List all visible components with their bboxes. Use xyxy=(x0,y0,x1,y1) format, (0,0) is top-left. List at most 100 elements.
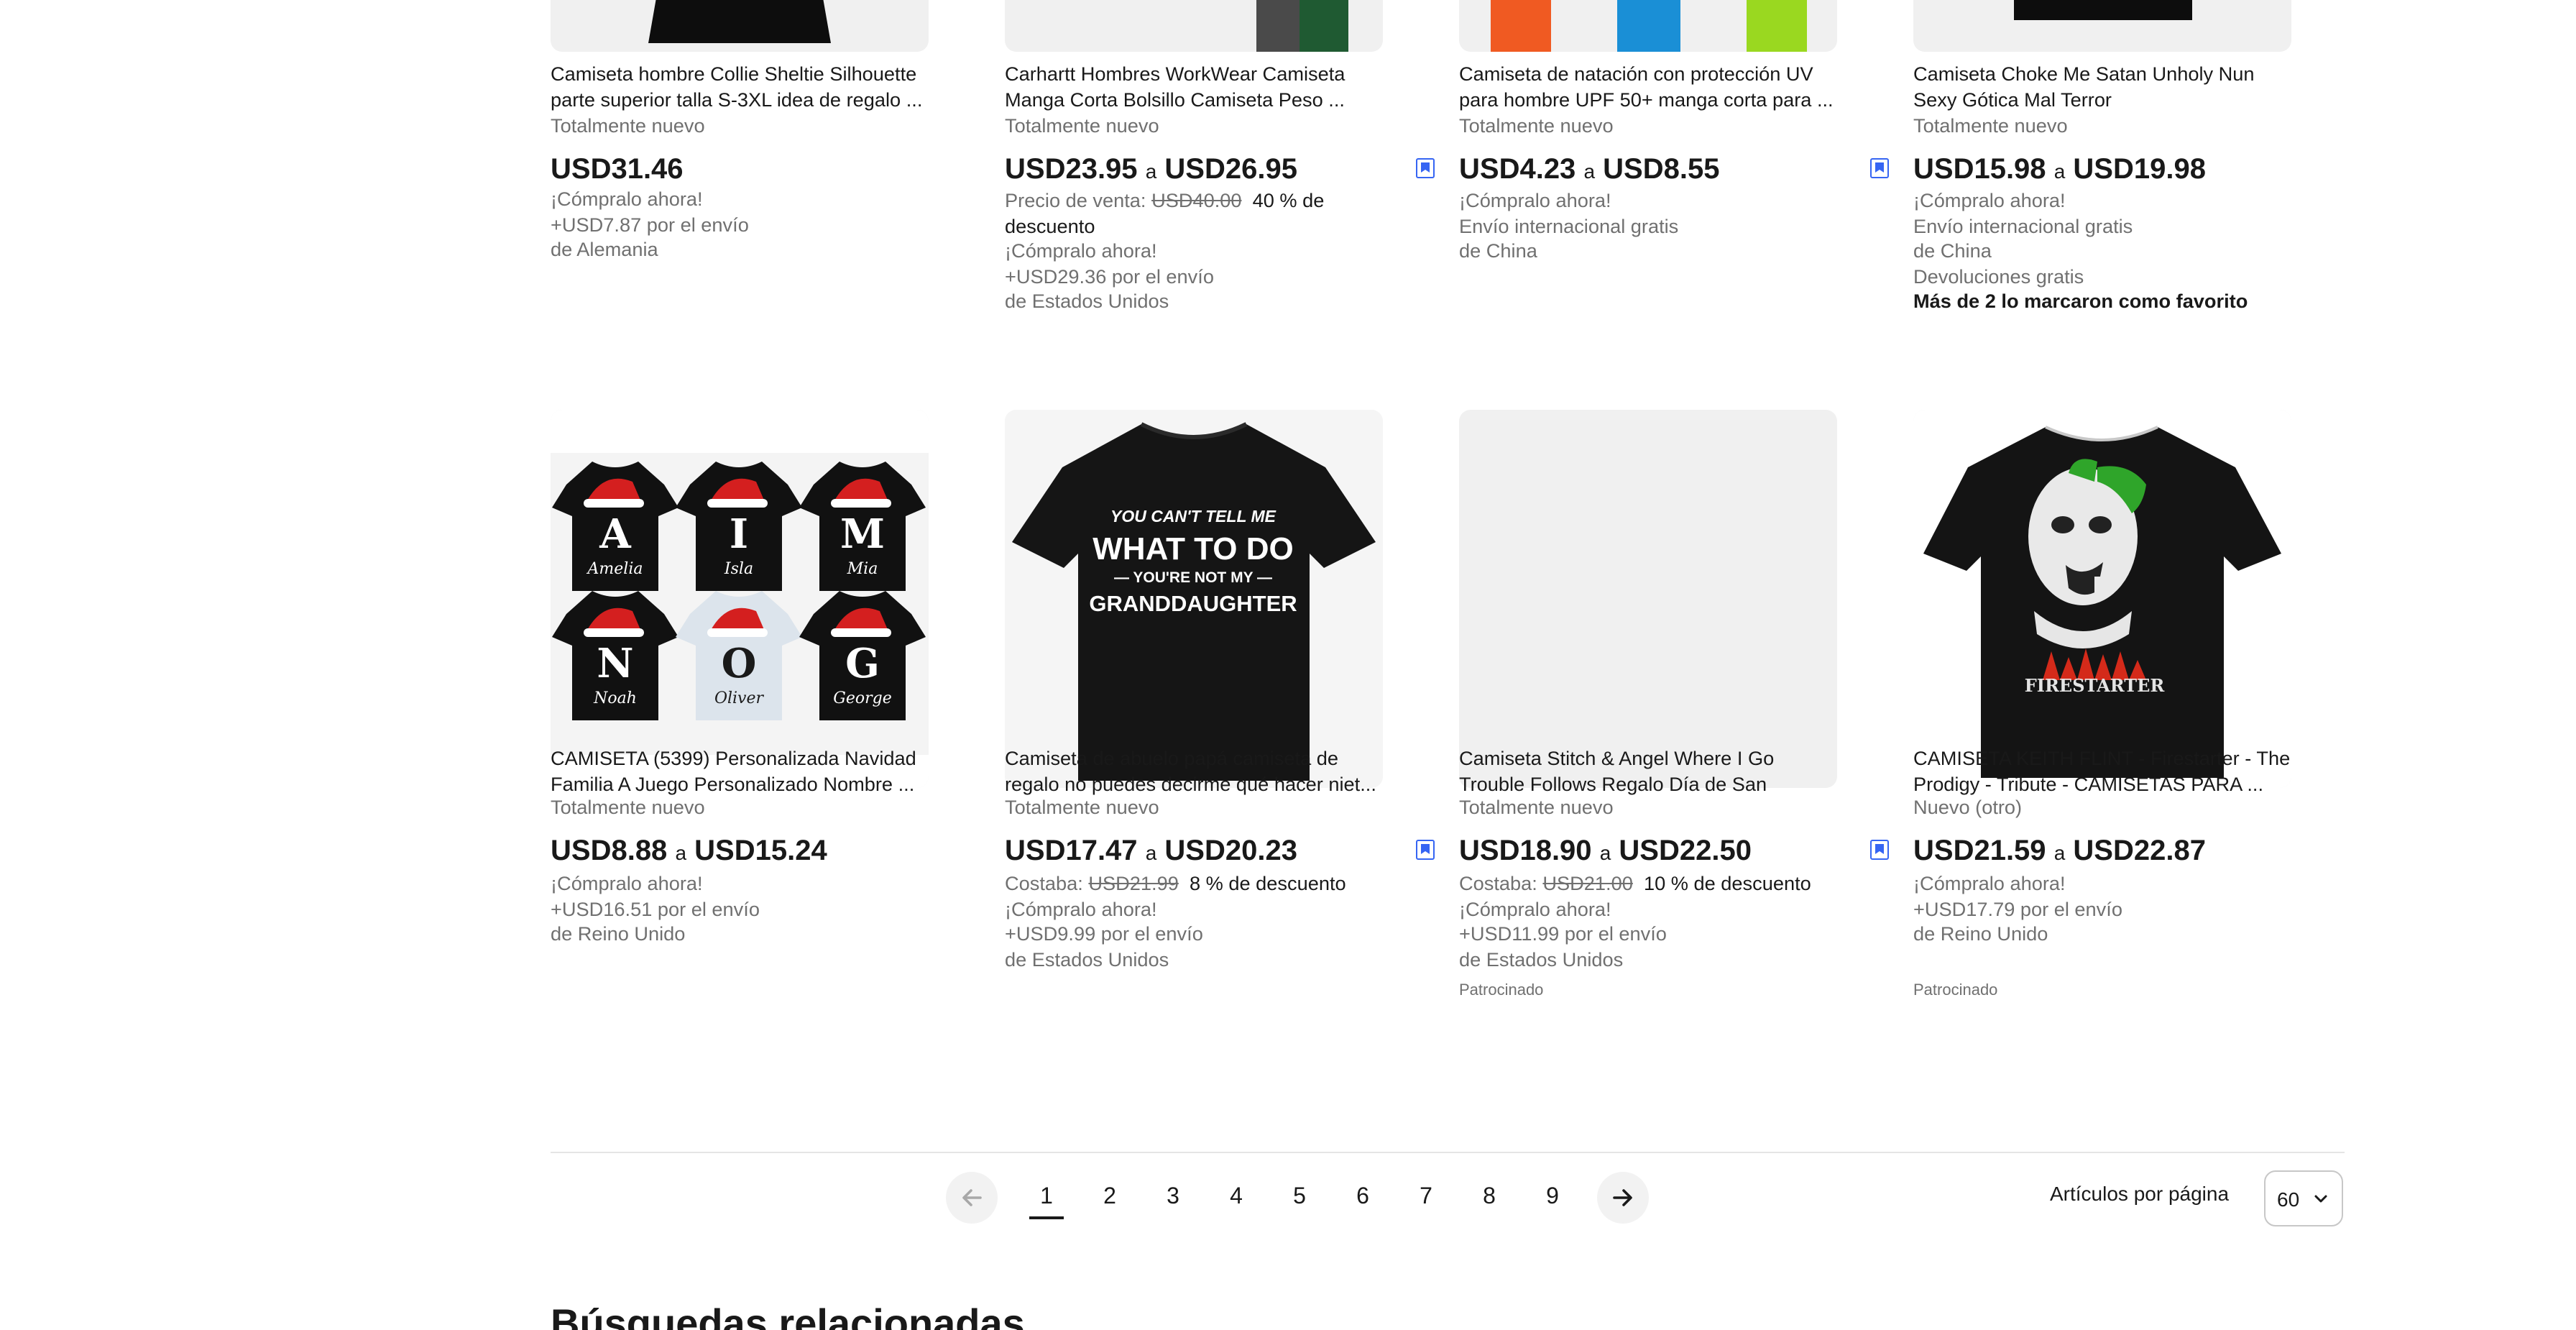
product-price: USD21.59 a USD22.87 xyxy=(1913,835,2206,867)
shirt-letter: N xyxy=(597,640,633,687)
shirt-text-line: — YOU'RE NOT MY — xyxy=(1114,569,1272,586)
page-number-7[interactable]: 7 xyxy=(1409,1179,1443,1216)
product-details: ¡Cómpralo ahora! +USD17.79 por el envío … xyxy=(1913,871,2291,947)
product-details: ¡Cómpralo ahora! Envío internacional gra… xyxy=(1913,188,2291,314)
page-number-5[interactable]: 5 xyxy=(1282,1179,1317,1216)
product-title[interactable]: Camiseta Stitch & Angel Where I Go Troub… xyxy=(1459,746,1837,798)
shipping-cost: Envío internacional gratis xyxy=(1459,215,1679,237)
product-image[interactable] xyxy=(1459,410,1837,788)
ships-from: de China xyxy=(1459,240,1537,262)
page-number-6[interactable]: 6 xyxy=(1346,1179,1380,1216)
product-image[interactable] xyxy=(1913,0,2291,52)
product-card[interactable]: Carhartt Hombres WorkWear Camiseta Manga… xyxy=(1005,0,1435,359)
product-price: USD15.98 a USD19.98 xyxy=(1913,154,2206,185)
product-details: ¡Cómpralo ahora! +USD7.87 por el envío d… xyxy=(551,187,929,262)
was-price-label: Costaba: xyxy=(1459,873,1537,894)
ships-from: de China xyxy=(1913,240,1992,262)
buy-now-label: ¡Cómpralo ahora! xyxy=(1459,190,1611,211)
product-card[interactable]: FIRESTARTER CAMISETA KEITH FLINT - Fires… xyxy=(1913,410,2291,1014)
product-title[interactable]: CAMISETA KEITH FLINT - Firestarter - The… xyxy=(1913,746,2291,798)
product-image[interactable] xyxy=(1459,0,1837,52)
shirt-name: Oliver xyxy=(714,689,765,707)
shipping-cost: +USD7.87 por el envío xyxy=(551,214,749,235)
product-price: USD23.95 a USD26.95 xyxy=(1005,154,1297,185)
product-image[interactable]: A Amelia I Isla M Mia N Noah O Oliver G George xyxy=(551,410,929,788)
product-image[interactable] xyxy=(1005,0,1383,52)
was-price-label: Precio de venta: xyxy=(1005,190,1146,211)
product-condition: Totalmente nuevo xyxy=(1913,114,2068,139)
product-card[interactable]: Camiseta Stitch & Angel Where I Go Troub… xyxy=(1459,410,1889,1014)
sponsored-label[interactable]: Patrocinado xyxy=(1913,982,1997,999)
was-price-label: Costaba: xyxy=(1005,873,1083,894)
results-divider xyxy=(551,1152,2345,1153)
product-image[interactable]: YOU CAN'T TELL ME WHAT TO DO — YOU'RE NO… xyxy=(1005,410,1383,788)
buy-now-label: ¡Cómpralo ahora! xyxy=(1005,898,1157,919)
shirt-text: FIRESTARTER xyxy=(2025,675,2166,696)
product-condition: Totalmente nuevo xyxy=(551,114,705,139)
page-number-9[interactable]: 9 xyxy=(1535,1179,1570,1216)
next-page-button[interactable] xyxy=(1597,1172,1649,1224)
shirt-text-line: GRANDDAUGHTER xyxy=(1089,591,1297,616)
shirt-name: Isla xyxy=(724,560,753,578)
product-details: Costaba: USD21.99 8 % de descuento ¡Cómp… xyxy=(1005,871,1383,972)
product-price: USD4.23 a USD8.55 xyxy=(1459,154,1720,185)
product-title[interactable]: CAMISETA (5399) Personalizada Navidad Fa… xyxy=(551,746,929,798)
shipping-cost: +USD29.36 por el envío xyxy=(1005,265,1214,287)
product-condition: Totalmente nuevo xyxy=(1459,795,1614,821)
shirt-letter: G xyxy=(845,640,880,687)
page-number-8[interactable]: 8 xyxy=(1472,1179,1506,1216)
ships-from: de Reino Unido xyxy=(551,923,686,945)
product-image[interactable] xyxy=(551,0,929,52)
sponsored-label[interactable]: Patrocinado xyxy=(1459,982,1543,999)
shipping-cost: +USD11.99 por el envío xyxy=(1459,923,1667,945)
product-price: USD17.47 a USD20.23 xyxy=(1005,835,1297,867)
page-number-2[interactable]: 2 xyxy=(1092,1179,1127,1216)
was-price: USD21.00 xyxy=(1542,873,1633,894)
product-condition: Totalmente nuevo xyxy=(1005,114,1159,139)
product-title[interactable]: Camiseta de abuelo papá camiseta de rega… xyxy=(1005,746,1383,798)
bookmark-icon[interactable] xyxy=(1870,840,1889,860)
buy-now-label: ¡Cómpralo ahora! xyxy=(551,188,703,210)
product-card[interactable]: A Amelia I Isla M Mia N Noah O Oliver G George CAMI… xyxy=(551,410,929,985)
items-per-page-value: 60 xyxy=(2277,1187,2300,1210)
product-card[interactable]: Camiseta de natación con protección UV p… xyxy=(1459,0,1889,359)
page-number-4[interactable]: 4 xyxy=(1219,1179,1254,1216)
related-searches-heading: Búsquedas relacionadas xyxy=(551,1301,1025,1330)
product-condition: Totalmente nuevo xyxy=(1459,114,1614,139)
previous-page-button[interactable] xyxy=(946,1172,998,1224)
page-number-1[interactable]: 1 xyxy=(1029,1179,1064,1219)
items-per-page-select[interactable]: 60 xyxy=(2264,1170,2343,1226)
page-number-3[interactable]: 3 xyxy=(1156,1179,1190,1216)
buy-now-label: ¡Cómpralo ahora! xyxy=(1913,190,2066,211)
product-image[interactable]: FIRESTARTER xyxy=(1913,410,2291,788)
product-card[interactable]: Camiseta Choke Me Satan Unholy Nun Sexy … xyxy=(1913,0,2291,359)
was-price: USD21.99 xyxy=(1088,873,1179,894)
product-title[interactable]: Camiseta Choke Me Satan Unholy Nun Sexy … xyxy=(1913,62,2291,114)
chevron-down-icon xyxy=(2314,1195,2327,1203)
product-condition: Totalmente nuevo xyxy=(1005,795,1159,821)
discount: 8 % de descuento xyxy=(1189,873,1346,894)
ships-from: de Estados Unidos xyxy=(1005,290,1169,312)
bookmark-icon[interactable] xyxy=(1416,158,1435,178)
shirt-text-line: WHAT TO DO xyxy=(1092,531,1293,567)
shirt-name: Amelia xyxy=(586,560,643,578)
watchers-count: Más de 2 lo marcaron como favorito xyxy=(1913,290,2248,312)
product-title[interactable]: Camiseta hombre Collie Sheltie Silhouett… xyxy=(551,62,929,114)
buy-now-label: ¡Cómpralo ahora! xyxy=(1913,873,2066,894)
bookmark-icon[interactable] xyxy=(1870,158,1889,178)
bookmark-icon[interactable] xyxy=(1416,840,1435,860)
product-title[interactable]: Camiseta de natación con protección UV p… xyxy=(1459,62,1837,114)
shipping-cost: +USD16.51 por el envío xyxy=(551,898,760,919)
product-card[interactable]: YOU CAN'T TELL ME WHAT TO DO — YOU'RE NO… xyxy=(1005,410,1435,985)
ships-from: de Reino Unido xyxy=(1913,923,2048,945)
product-title[interactable]: Carhartt Hombres WorkWear Camiseta Manga… xyxy=(1005,62,1383,114)
shipping-cost: Envío internacional gratis xyxy=(1913,215,2133,237)
ships-from: de Estados Unidos xyxy=(1005,948,1169,970)
product-price: USD31.46 xyxy=(551,154,684,185)
buy-now-label: ¡Cómpralo ahora! xyxy=(551,873,703,894)
product-details: ¡Cómpralo ahora! Envío internacional gra… xyxy=(1459,188,1837,264)
shirt-name: Noah xyxy=(593,689,637,707)
search-results-page: Camiseta hombre Collie Sheltie Silhouett… xyxy=(0,0,2576,1330)
product-card[interactable]: Camiseta hombre Collie Sheltie Silhouett… xyxy=(551,0,929,359)
ships-from: de Estados Unidos xyxy=(1459,948,1624,970)
